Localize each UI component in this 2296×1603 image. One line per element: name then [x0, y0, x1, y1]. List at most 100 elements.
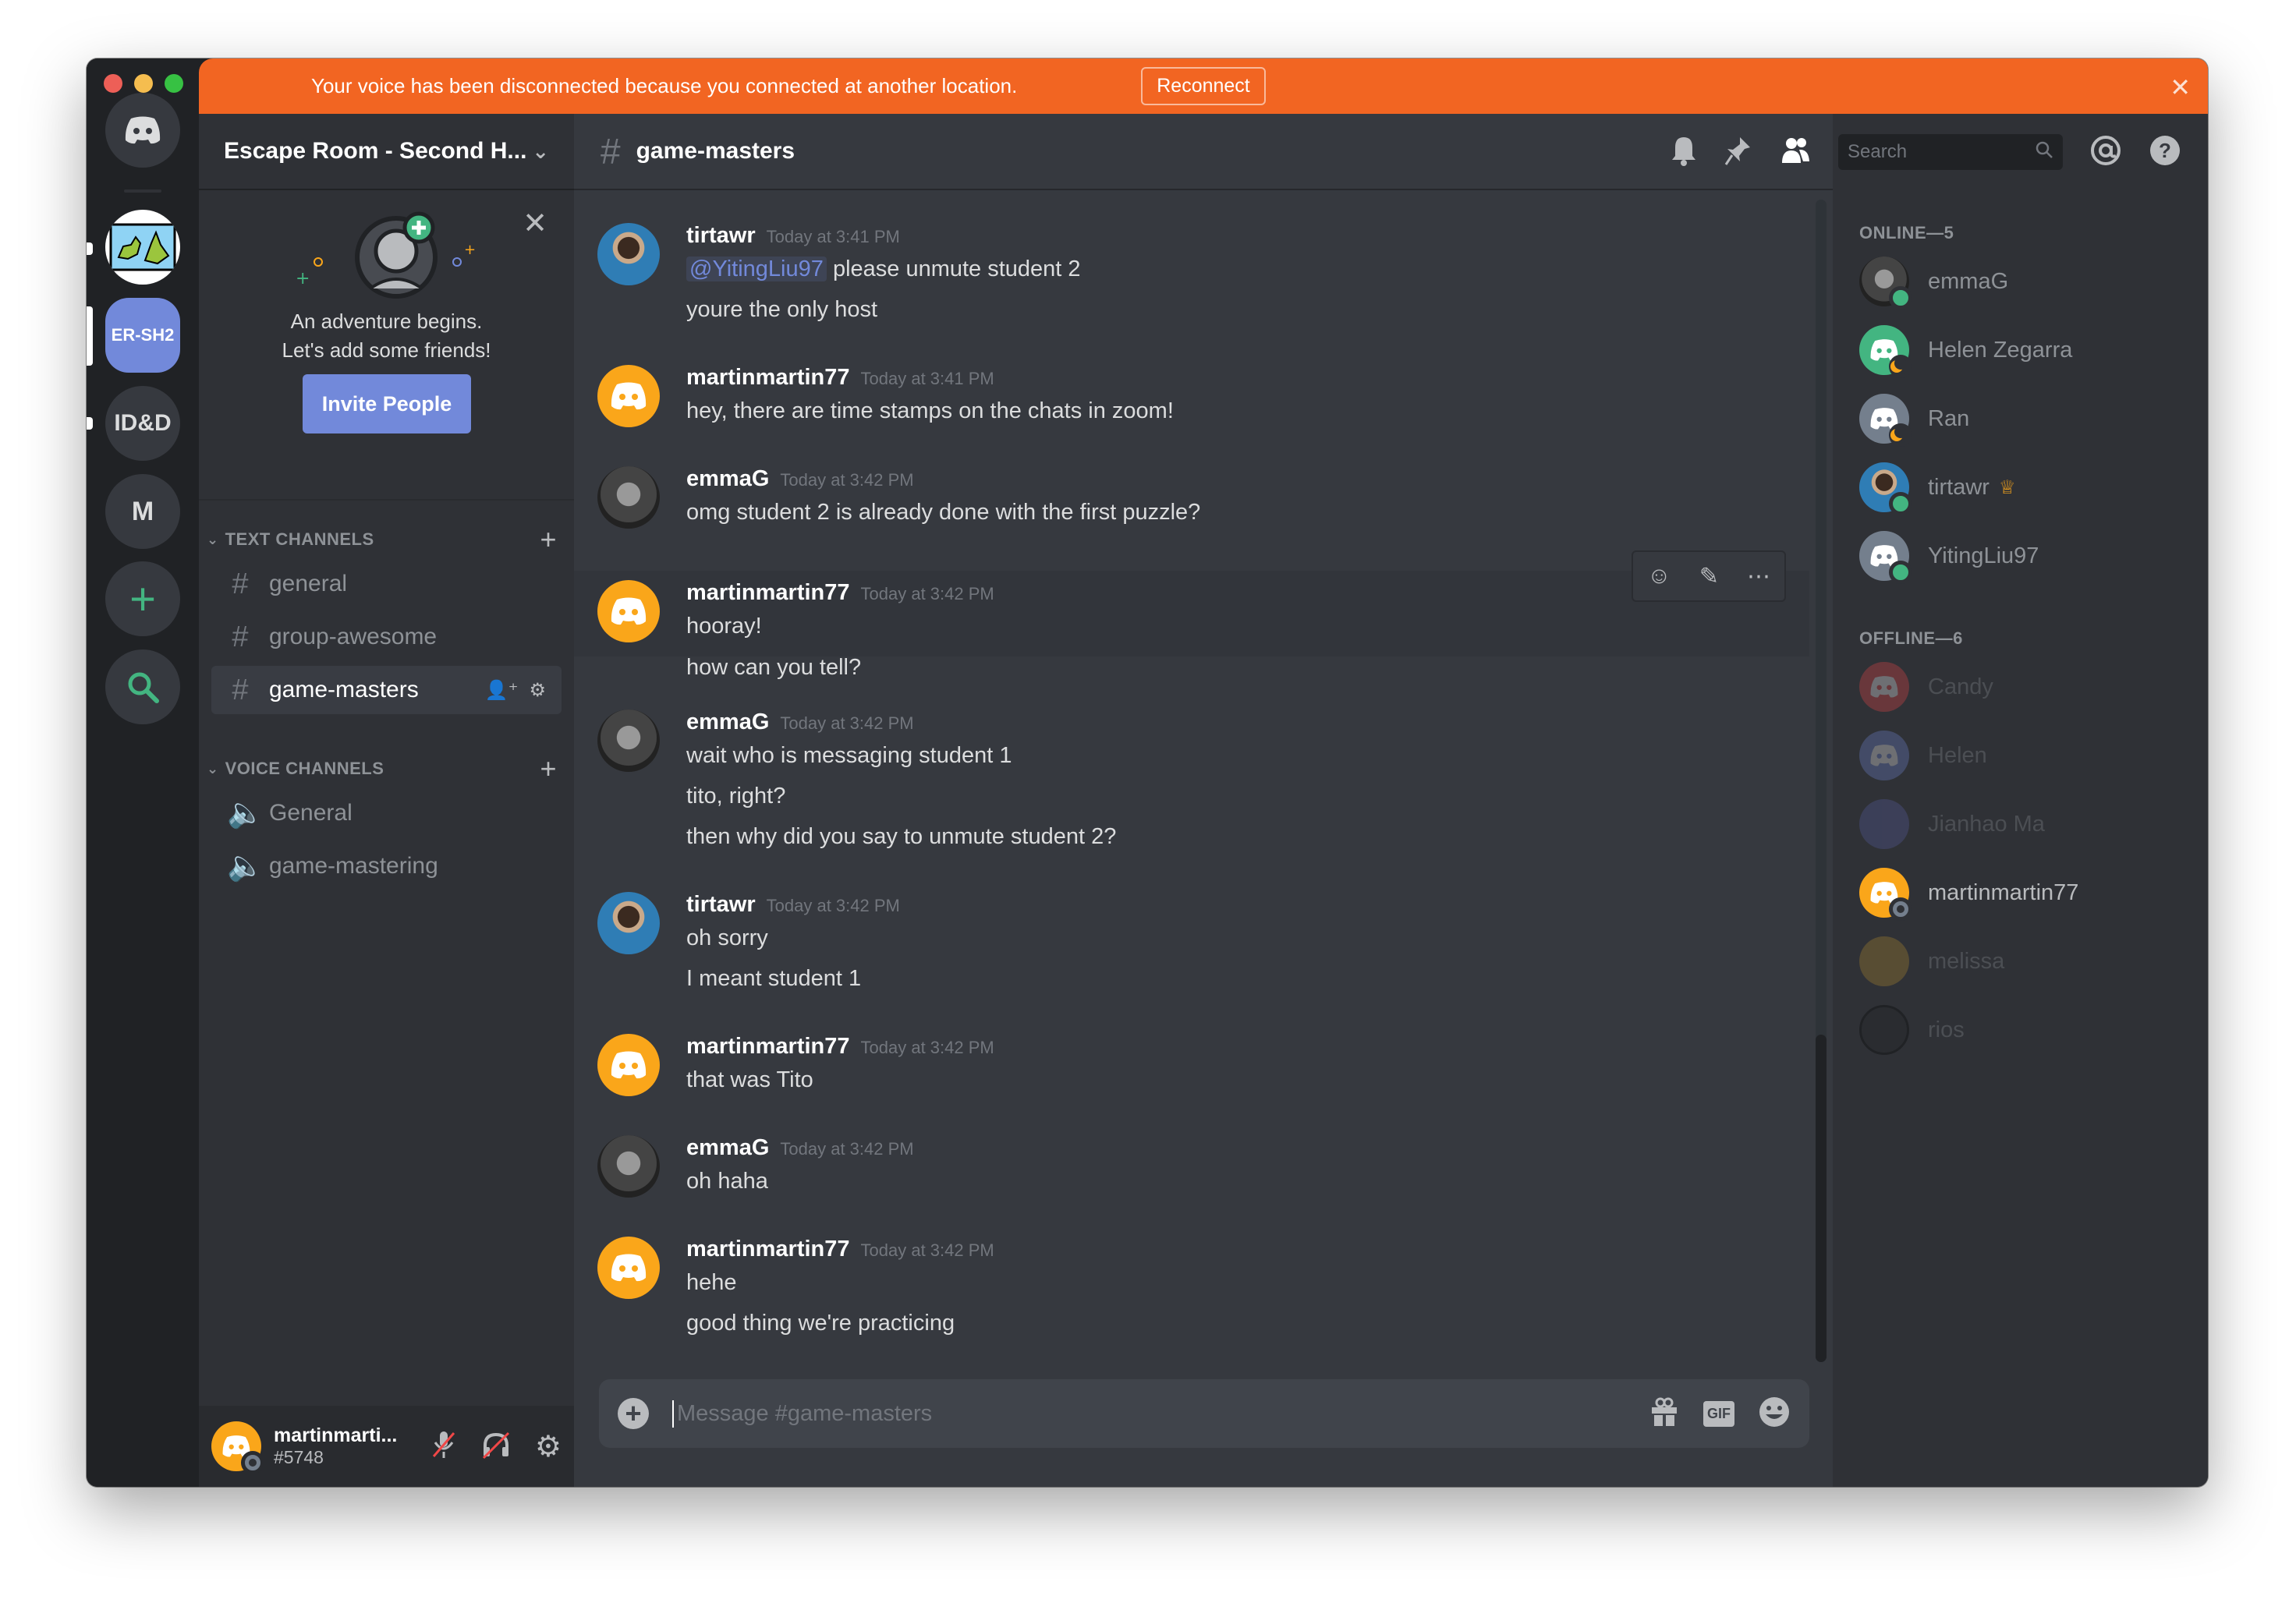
message-author[interactable]: martinmartin77	[686, 1237, 850, 1262]
upload-plus-icon[interactable]: +	[618, 1397, 649, 1429]
message-timestamp: Today at 3:42 PM	[766, 896, 900, 915]
avatar[interactable]	[211, 1421, 264, 1474]
message-group: tirtawr Today at 3:42 PM oh sorry I meant…	[574, 892, 1809, 999]
avatar[interactable]	[597, 1237, 660, 1299]
user-settings-gear-icon[interactable]: ⚙	[535, 1429, 562, 1464]
server-er-sh2[interactable]: ER-SH2	[105, 298, 180, 373]
search-icon	[128, 672, 159, 703]
search-input[interactable]: Search	[1838, 134, 2063, 170]
avatar	[1859, 662, 1909, 712]
message-author[interactable]: emmaG	[686, 466, 769, 491]
minimize-window-button[interactable]	[134, 74, 153, 93]
category-text-channels[interactable]: ⌄ TEXT CHANNELS +	[199, 523, 574, 556]
create-channel-icon[interactable]: +	[540, 752, 557, 785]
window-controls	[104, 74, 183, 93]
server-owner-crown-icon: ♕	[1998, 476, 2016, 498]
member-martinmartin77[interactable]: martinmartin77	[1859, 867, 2208, 921]
add-server-button[interactable]: +	[105, 561, 180, 636]
chat-scrollbar[interactable]	[1816, 200, 1827, 1362]
close-window-button[interactable]	[104, 74, 122, 93]
gif-icon[interactable]: GIF	[1703, 1400, 1734, 1427]
message-group: martinmartin77 Today at 3:42 PM hehe good…	[574, 1237, 1809, 1343]
invite-people-button[interactable]: Invite People	[303, 374, 471, 433]
avatar	[1859, 257, 1912, 310]
avatar[interactable]	[597, 365, 660, 427]
home-button[interactable]	[105, 93, 180, 168]
message-author[interactable]: tirtawr	[686, 892, 756, 917]
mute-microphone-icon[interactable]	[430, 1430, 457, 1463]
online-status-icon	[1889, 286, 1912, 310]
message-group: emmaG Today at 3:42 PM wait who is messag…	[574, 709, 1809, 857]
avatar[interactable]	[597, 1034, 660, 1096]
member-tirtawr[interactable]: tirtawr ♕	[1859, 462, 2208, 515]
edit-pencil-icon[interactable]: ✎	[1699, 563, 1719, 590]
close-icon[interactable]: ✕	[2170, 73, 2191, 102]
message-author[interactable]: emmaG	[686, 709, 769, 734]
channel-general[interactable]: # general	[211, 560, 562, 608]
message-author[interactable]: martinmartin77	[686, 365, 850, 390]
message-text: hooray!	[686, 614, 762, 639]
voice-channel-general[interactable]: 🔈 General	[211, 789, 562, 837]
message-text: then why did you say to unmute student 2…	[686, 824, 1117, 849]
plus-icon: +	[129, 573, 156, 625]
message-author[interactable]: martinmartin77	[686, 580, 850, 605]
member-melissa[interactable]: melissa	[1859, 936, 2208, 987]
server-list: ER-SH2 ID&D M +	[87, 58, 199, 1487]
member-ran[interactable]: Ran	[1859, 393, 2208, 447]
member-emmaG[interactable]: emmaG	[1859, 256, 2208, 310]
idle-moon-icon	[1889, 423, 1912, 447]
server-m[interactable]: M	[105, 474, 180, 549]
guild-header[interactable]: Escape Room - Second H... ⌄	[199, 114, 574, 190]
message-timestamp: Today at 3:42 PM	[780, 470, 914, 490]
invite-text: An adventure begins. Let's add some frie…	[282, 310, 491, 362]
message-input[interactable]	[672, 1400, 1649, 1428]
member-list-toggle-icon[interactable]	[1779, 135, 1812, 170]
message-timestamp: Today at 3:41 PM	[860, 369, 994, 388]
server-map-icon[interactable]	[105, 210, 180, 285]
gear-icon[interactable]: ⚙	[529, 679, 546, 702]
avatar[interactable]	[597, 466, 660, 529]
member-candy[interactable]: Candy	[1859, 661, 2208, 713]
avatar[interactable]	[597, 580, 660, 642]
more-options-icon[interactable]: ⋯	[1747, 563, 1770, 590]
message-timestamp: Today at 3:42 PM	[780, 1139, 914, 1159]
avatar[interactable]	[597, 223, 660, 285]
avatar[interactable]	[597, 892, 660, 954]
member-rios[interactable]: rios	[1859, 1004, 2208, 1056]
deafen-headphones-icon[interactable]	[480, 1430, 512, 1463]
hash-icon: #	[601, 131, 621, 172]
create-channel-icon[interactable]: +	[540, 523, 557, 556]
voice-channel-game-mastering[interactable]: 🔈 game-mastering	[211, 842, 562, 890]
add-reaction-icon[interactable]: ☺	[1647, 563, 1671, 589]
notification-bell-icon[interactable]	[1670, 135, 1698, 170]
category-voice-channels[interactable]: ⌄ VOICE CHANNELS +	[199, 752, 574, 785]
help-icon[interactable]: ?	[2149, 134, 2181, 171]
zoom-window-button[interactable]	[165, 74, 183, 93]
member-yitingliu97[interactable]: YitingLiu97	[1859, 530, 2208, 584]
member-helen-zegarra[interactable]: Helen Zegarra	[1859, 324, 2208, 378]
speaker-icon: 🔈	[227, 797, 264, 830]
channel-sidebar: Escape Room - Second H... ⌄ ✕ + + An adv…	[199, 114, 574, 1487]
message-author[interactable]: emmaG	[686, 1135, 769, 1160]
create-invite-icon[interactable]: 👤⁺	[485, 679, 519, 702]
gift-icon[interactable]	[1649, 1396, 1680, 1431]
message-author[interactable]: martinmartin77	[686, 1034, 850, 1059]
channel-group-awesome[interactable]: # group-awesome	[211, 613, 562, 661]
explore-servers-button[interactable]	[105, 649, 180, 724]
channel-game-masters[interactable]: # game-masters 👤⁺ ⚙	[211, 666, 562, 714]
avatar[interactable]	[597, 709, 660, 772]
scrollbar-thumb[interactable]	[1816, 1035, 1827, 1362]
pinned-messages-icon[interactable]	[1724, 135, 1752, 170]
emoji-icon[interactable]	[1758, 1396, 1791, 1432]
member-jianhao-ma[interactable]: Jianhao Ma	[1859, 798, 2208, 850]
message-author[interactable]: tirtawr	[686, 223, 756, 248]
member-helen[interactable]: Helen	[1859, 730, 2208, 781]
user-mention[interactable]: @YitingLiu97	[686, 257, 827, 281]
avatar	[1859, 1005, 1909, 1055]
avatar	[1859, 936, 1909, 986]
mentions-at-icon[interactable]	[2089, 134, 2122, 171]
message-text: @YitingLiu97 please unmute student 2	[686, 249, 1809, 289]
server-idd[interactable]: ID&D	[105, 386, 180, 461]
avatar[interactable]	[597, 1135, 660, 1198]
message-timestamp: Today at 3:42 PM	[860, 1240, 994, 1260]
